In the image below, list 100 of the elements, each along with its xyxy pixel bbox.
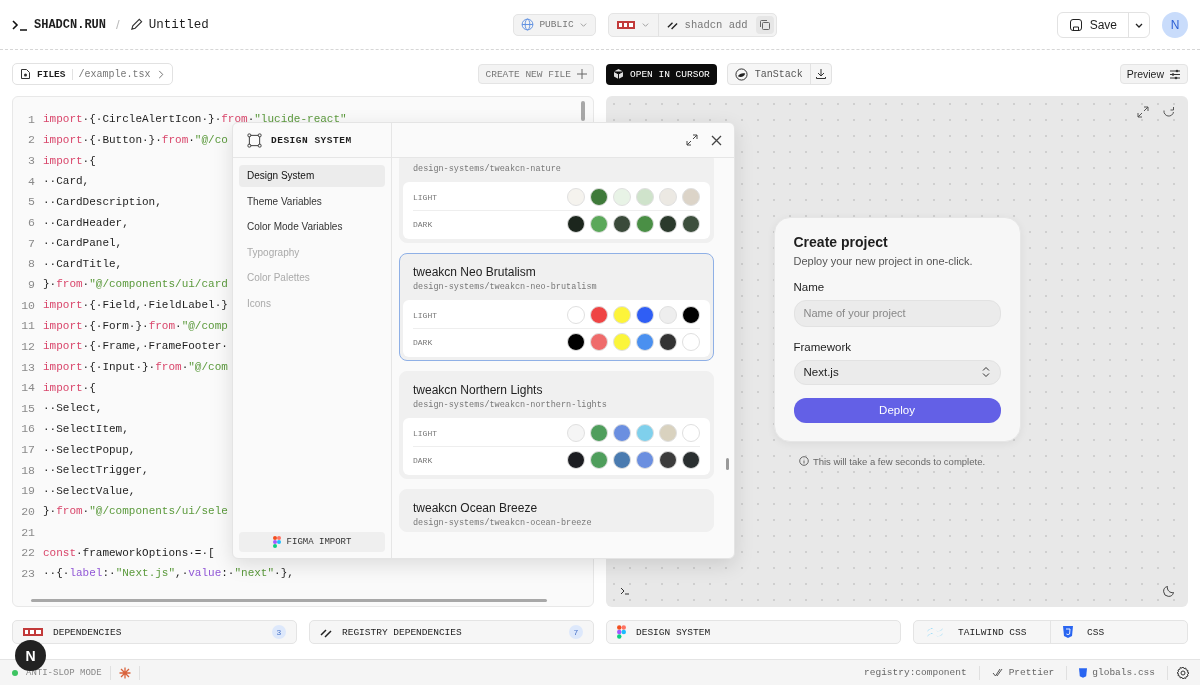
code-line: import·{·CircleAlertIcon·}·from·"lucide-react" — [43, 113, 347, 126]
css-icon — [1079, 667, 1088, 678]
code-line: }·from·"@/components/ui/sele — [43, 505, 228, 518]
chevron-right-icon — [156, 69, 165, 79]
code-line: import·{·Field,·FieldLabel·} — [43, 299, 228, 312]
preview-button[interactable]: Preview — [1119, 64, 1188, 84]
line-number: 21 — [20, 525, 35, 539]
line-number: 16 — [20, 422, 35, 436]
refresh-icon[interactable] — [1162, 105, 1176, 119]
styles-tab[interactable]: TAILWIND CSS — [914, 621, 1050, 643]
line-number: 7 — [27, 236, 35, 250]
code-line: ··SelectValue, — [43, 484, 136, 497]
nav-item[interactable]: Theme Variables — [239, 190, 385, 212]
code-line: import·{·Form·}·from·"@/comp — [43, 319, 228, 332]
files-breadcrumb[interactable]: FILES /example.tsx — [12, 63, 173, 85]
chevron-up-down-icon — [980, 366, 991, 378]
open-in-cursor-button[interactable]: OPEN IN CURSOR — [606, 63, 717, 85]
frame-icon — [247, 132, 262, 148]
select-field[interactable]: Next.js — [793, 359, 1001, 385]
line-number: 1 — [27, 112, 35, 126]
dependencies-panel[interactable]: REGISTRY DEPENDENCIES 7 — [309, 620, 594, 644]
files-label: FILES — [37, 68, 73, 80]
pencil-icon — [129, 18, 143, 31]
input-field[interactable]: Name of your project — [793, 299, 1001, 327]
save-icon — [1068, 17, 1083, 32]
line-number: 3 — [27, 154, 35, 168]
design-system-path: design-systems/tweakcn-neo-brutalism — [412, 282, 598, 292]
code-line: ··Card, — [43, 175, 90, 188]
design-system-card[interactable]: tweakcn Ocean Breeze design-systems/tweakcn-ocean-breeze — [399, 489, 714, 532]
line-number: 19 — [20, 484, 35, 498]
breadcrumb-separator: / — [116, 17, 120, 32]
copy-button[interactable] — [755, 15, 774, 34]
panel-label: REGISTRY DEPENDENCIES — [342, 626, 462, 638]
status-item[interactable]: Prettier — [987, 667, 1059, 678]
expand-icon[interactable] — [1136, 105, 1150, 119]
npm-icon — [616, 20, 635, 29]
code-line: import·{·Input·}·from·"@/com — [43, 361, 228, 373]
code-line: const·frameworkOptions·=·[ — [43, 546, 215, 559]
info-icon — [798, 456, 809, 466]
file-icon — [20, 68, 31, 80]
file-path[interactable]: /example.tsx — [78, 68, 151, 80]
scrollbar[interactable] — [31, 599, 547, 602]
visibility-dropdown[interactable]: PUBLIC — [513, 13, 596, 36]
command-text: shadcn add — [684, 18, 748, 31]
nav-item[interactable]: Color Mode Variables — [239, 216, 385, 238]
count-badge: 7 — [569, 625, 583, 639]
design-system-card[interactable]: design-systems/tweakcn-nature LIGHT DARK — [399, 158, 714, 243]
line-number: 13 — [20, 360, 35, 374]
code-line: ··SelectPopup, — [43, 443, 136, 456]
settings-icon[interactable] — [1176, 665, 1190, 680]
design-system-card[interactable]: tweakcn Northern Lights design-systems/tweakcn-northern-lights LIGHT DARK — [399, 371, 714, 479]
card-description: Deploy your new project in one-click. — [793, 254, 974, 267]
terminal-icon — [12, 18, 28, 31]
design-system-name: tweakcn Northern Lights — [412, 383, 544, 397]
css-icon — [1063, 626, 1073, 638]
code-line: ··SelectItem, — [43, 422, 129, 435]
status-item[interactable]: registry:component — [860, 667, 971, 678]
mode-label: LIGHT — [413, 192, 438, 202]
line-number: 23 — [20, 566, 35, 580]
deploy-button[interactable]: Deploy — [793, 397, 1001, 423]
moon-icon[interactable] — [1162, 584, 1176, 598]
field-label: Framework — [793, 340, 852, 353]
design-system-path: design-systems/tweakcn-northern-lights — [412, 400, 608, 410]
code-line: ··{·label:·"Next.js",·value:·"next"·}, — [43, 567, 294, 580]
code-line: import·{ — [43, 381, 96, 394]
nav-item[interactable]: Design System — [239, 165, 385, 187]
code-line: import·{ — [43, 154, 96, 167]
asterisk-icon[interactable] — [118, 666, 131, 679]
figma-icon — [272, 536, 281, 548]
line-number: 2 — [27, 133, 35, 147]
panel-label: DEPENDENCIES — [53, 626, 122, 638]
figma-import-button[interactable]: FIGMA IMPORT — [239, 532, 385, 552]
dependencies-panel[interactable]: DEPENDENCIES 3 — [12, 620, 297, 644]
logo[interactable]: SHADCN.RUN — [34, 17, 106, 32]
globe-icon — [521, 18, 535, 31]
line-number: 15 — [20, 401, 35, 415]
copy-icon — [758, 18, 771, 31]
styles-tab[interactable]: CSS — [1050, 621, 1187, 643]
mode-label: LIGHT — [413, 428, 438, 438]
scrollbar[interactable] — [726, 458, 729, 470]
user-avatar[interactable]: N — [1162, 11, 1188, 38]
plus-icon — [577, 69, 587, 79]
design-system-card[interactable]: tweakcn Neo Brutalism design-systems/tweakcn-neo-brutalism LIGHT DARK — [399, 253, 714, 361]
prettier-icon — [991, 668, 1004, 677]
expand-icon[interactable] — [686, 134, 698, 146]
mode-label: DARK — [413, 455, 434, 465]
code-line: ··CardPanel, — [43, 237, 123, 250]
line-number: 12 — [20, 339, 35, 353]
line-number: 8 — [27, 257, 35, 271]
create-file-button[interactable]: CREATE NEW FILE — [478, 64, 594, 84]
design-system-panel[interactable]: DESIGN SYSTEM — [606, 620, 901, 644]
line-number: 14 — [20, 381, 35, 395]
close-icon[interactable] — [711, 134, 722, 146]
hint-text: This will take a few seconds to complete. — [812, 455, 986, 467]
sliders-icon — [1169, 68, 1181, 80]
code-line: }·from·"@/components/ui/card — [43, 278, 228, 291]
card-title: Create project — [793, 233, 889, 250]
status-item[interactable]: globals.css — [1075, 667, 1159, 678]
scrollbar[interactable] — [581, 101, 585, 121]
project-title[interactable]: Untitled — [148, 17, 209, 32]
